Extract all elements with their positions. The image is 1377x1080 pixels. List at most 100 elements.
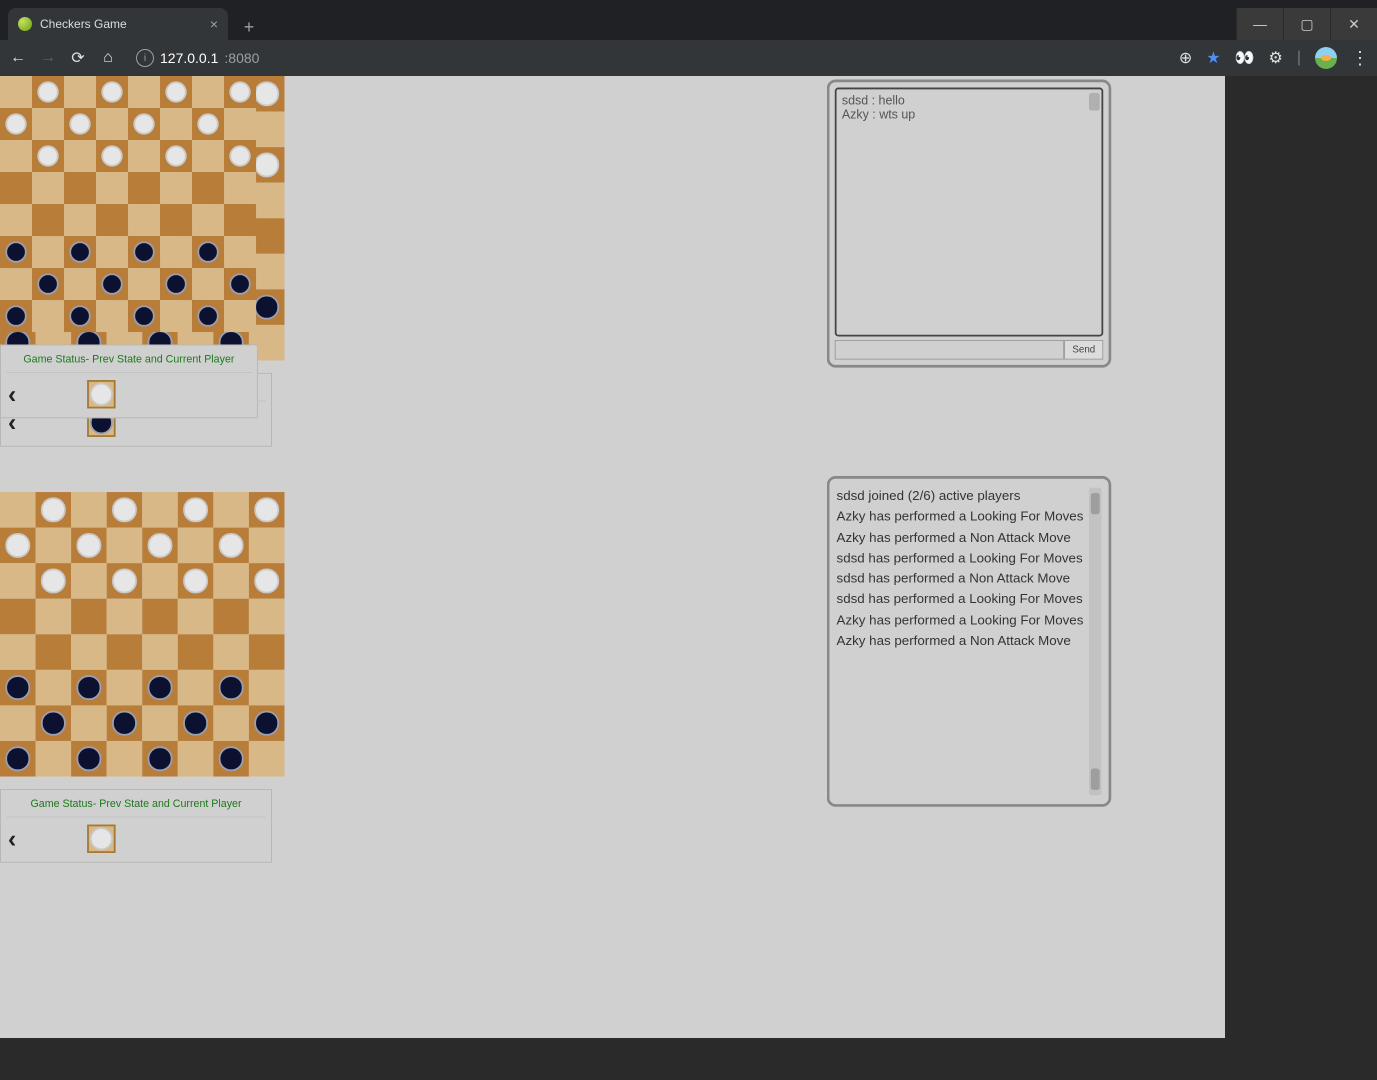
dark-piece-icon[interactable] (77, 676, 101, 700)
dark-piece-icon[interactable] (229, 273, 251, 295)
dark-piece-icon[interactable] (219, 747, 243, 771)
dark-piece-icon[interactable] (133, 241, 155, 263)
board-square[interactable] (178, 741, 214, 777)
dark-piece-icon[interactable] (69, 241, 91, 263)
board-square[interactable] (192, 140, 224, 172)
address-bar[interactable]: i 127.0.0.1:8080 (128, 49, 1169, 67)
board-square[interactable] (224, 300, 256, 332)
menu-kebab-icon[interactable]: ⋮ (1351, 48, 1369, 69)
board-square[interactable] (96, 140, 128, 172)
dark-piece-icon[interactable] (197, 241, 219, 263)
board-square[interactable] (213, 528, 249, 564)
board-square[interactable] (160, 268, 192, 300)
board-square[interactable] (0, 76, 32, 108)
board-square[interactable] (213, 563, 249, 599)
board-square[interactable] (0, 268, 32, 300)
board-square[interactable] (32, 108, 64, 140)
board-square[interactable] (249, 563, 285, 599)
dark-piece-icon[interactable] (183, 711, 207, 735)
board-square[interactable] (128, 140, 160, 172)
board-square[interactable] (32, 172, 64, 204)
dark-piece-icon[interactable] (77, 747, 101, 771)
scrollbar-thumb-icon[interactable] (1089, 93, 1100, 111)
bookmark-star-icon[interactable]: ★ (1206, 48, 1220, 68)
board-square[interactable] (142, 528, 178, 564)
white-piece-icon[interactable] (229, 145, 251, 167)
board-square[interactable] (96, 172, 128, 204)
board-square[interactable] (36, 705, 72, 741)
dark-piece-icon[interactable] (255, 295, 279, 319)
board-square[interactable] (32, 268, 64, 300)
board-square[interactable] (107, 634, 143, 670)
board-square[interactable] (224, 76, 256, 108)
board-square[interactable] (0, 634, 36, 670)
board-square[interactable] (178, 492, 214, 528)
board-square[interactable] (192, 236, 224, 268)
board-square[interactable] (142, 563, 178, 599)
board-square[interactable] (32, 236, 64, 268)
white-piece-icon[interactable] (229, 81, 251, 103)
dark-piece-icon[interactable] (5, 305, 27, 327)
profile-avatar-icon[interactable] (1315, 47, 1337, 69)
board-square[interactable] (128, 204, 160, 236)
white-piece-icon[interactable] (37, 145, 59, 167)
scrollbar-thumb-icon[interactable] (1091, 493, 1100, 514)
board-square[interactable] (0, 599, 36, 635)
board-square[interactable] (107, 741, 143, 777)
board-square[interactable] (36, 563, 72, 599)
maximize-button[interactable]: ▢ (1283, 8, 1330, 40)
dark-piece-icon[interactable] (37, 273, 59, 295)
board-square[interactable] (178, 670, 214, 706)
board-square[interactable] (128, 236, 160, 268)
board-square[interactable] (178, 528, 214, 564)
white-piece-icon[interactable] (41, 569, 65, 593)
prev-move-button[interactable]: ‹ (8, 380, 16, 408)
white-piece-icon[interactable] (69, 113, 91, 135)
board-square[interactable] (71, 599, 107, 635)
white-piece-icon[interactable] (197, 113, 219, 135)
board-square[interactable] (142, 670, 178, 706)
zoom-icon[interactable]: ⊕ (1179, 48, 1192, 68)
new-tab-button[interactable]: + (236, 14, 262, 40)
board-square[interactable] (142, 492, 178, 528)
white-piece-icon[interactable] (101, 145, 123, 167)
board-square[interactable] (0, 492, 36, 528)
board-square[interactable] (0, 236, 32, 268)
board-square[interactable] (249, 528, 285, 564)
board-square[interactable] (249, 741, 285, 777)
board-square[interactable] (32, 300, 64, 332)
board-square[interactable] (36, 670, 72, 706)
white-piece-icon[interactable] (77, 533, 101, 557)
white-piece-icon[interactable] (255, 498, 279, 522)
board-square[interactable] (96, 76, 128, 108)
board-square[interactable] (96, 236, 128, 268)
board-square[interactable] (160, 300, 192, 332)
checker-board-3[interactable] (0, 492, 284, 776)
board-square[interactable] (160, 140, 192, 172)
board-square[interactable] (0, 563, 36, 599)
dark-piece-icon[interactable] (165, 273, 187, 295)
board-square[interactable] (178, 599, 214, 635)
dark-piece-icon[interactable] (69, 305, 91, 327)
board-square[interactable] (96, 268, 128, 300)
board-square[interactable] (96, 300, 128, 332)
site-info-icon[interactable]: i (136, 49, 154, 67)
dark-piece-icon[interactable] (219, 676, 243, 700)
board-square[interactable] (71, 492, 107, 528)
white-piece-icon[interactable] (101, 81, 123, 103)
board-square[interactable] (249, 634, 285, 670)
board-square[interactable] (71, 670, 107, 706)
board-square[interactable] (224, 140, 256, 172)
home-button[interactable]: ⌂ (98, 49, 118, 67)
back-button[interactable]: ← (8, 49, 28, 67)
board-square[interactable] (107, 705, 143, 741)
white-piece-icon[interactable] (133, 113, 155, 135)
white-piece-icon[interactable] (183, 569, 207, 593)
white-piece-icon[interactable] (255, 569, 279, 593)
dark-piece-icon[interactable] (5, 241, 27, 263)
board-square[interactable] (107, 599, 143, 635)
board-square[interactable] (64, 108, 96, 140)
board-square[interactable] (0, 670, 36, 706)
tab-active[interactable]: Checkers Game × (8, 8, 228, 40)
board-square[interactable] (224, 268, 256, 300)
